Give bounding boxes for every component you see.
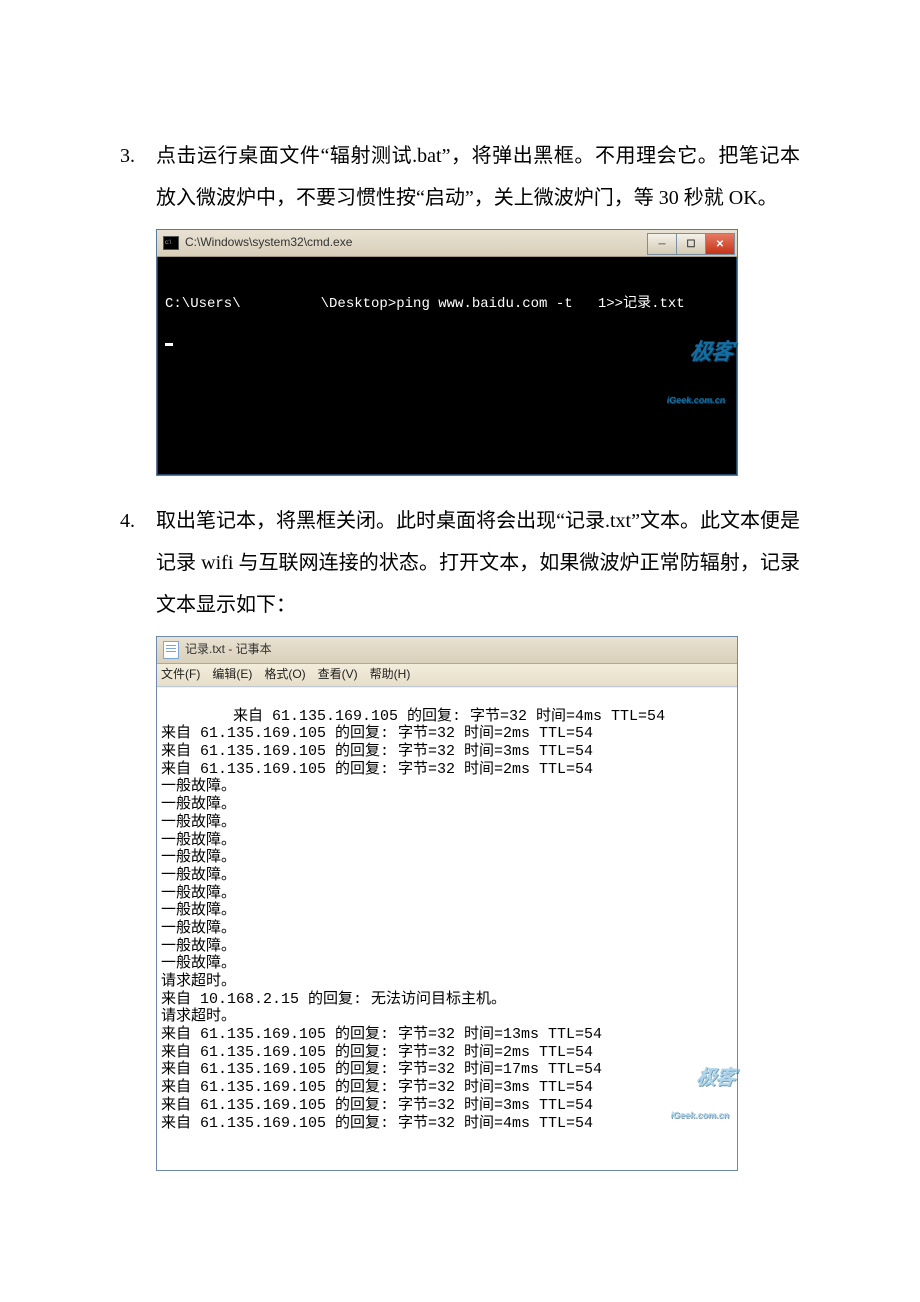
cmd-window: C:\Windows\system32\cmd.exe ─ ☐ ✕ C:\Use… (156, 229, 738, 476)
list-item-3: 3. 点击运行桌面文件“辐射测试.bat”，将弹出黑框。不用理会它。把笔记本放入… (120, 135, 800, 219)
cmd-titlebar: C:\Windows\system32\cmd.exe ─ ☐ ✕ (157, 230, 737, 257)
cmd-icon (163, 236, 179, 250)
list-number-4: 4. (120, 500, 156, 626)
menu-view[interactable]: 查看(V) (318, 662, 358, 687)
redacted-username (241, 297, 321, 309)
list-number-3: 3. (120, 135, 156, 219)
notepad-screenshot: 记录.txt - 记事本 文件(F) 编辑(E) 格式(O) 查看(V) 帮助(… (156, 636, 800, 1171)
notepad-window: 记录.txt - 记事本 文件(F) 编辑(E) 格式(O) 查看(V) 帮助(… (156, 636, 738, 1171)
watermark-main: 极客 (688, 339, 734, 364)
watermark-igeekcn: 极客 iGeek.com.cn (622, 306, 738, 469)
cmd-line: C:\Users\ \Desktop>ping www.baidu.com -t … (165, 295, 729, 315)
notepad-title-text: 记录.txt - 记事本 (185, 637, 272, 662)
cmd-body: C:\Users\ \Desktop>ping www.baidu.com -t … (157, 257, 737, 475)
notepad-menubar: 文件(F) 编辑(E) 格式(O) 查看(V) 帮助(H) (157, 664, 737, 687)
notepad-icon (163, 641, 179, 659)
cmd-command: \Desktop>ping www.baidu.com -t 1>>记录.txt (321, 296, 685, 312)
list-text-4: 取出笔记本，将黑框关闭。此时桌面将会出现“记录.txt”文本。此文本便是记录 w… (156, 500, 800, 626)
maximize-button[interactable]: ☐ (676, 233, 705, 255)
menu-help[interactable]: 帮助(H) (370, 662, 411, 687)
minimize-button[interactable]: ─ (647, 233, 676, 255)
watermark-sub: iGeek.com.cn (631, 395, 726, 408)
menu-format[interactable]: 格式(O) (264, 662, 305, 687)
watermark-main: 极客 (695, 1067, 736, 1089)
notepad-body[interactable]: 来自 61.135.169.105 的回复: 字节=32 时间=4ms TTL=… (157, 687, 737, 1170)
list-item-4: 4. 取出笔记本，将黑框关闭。此时桌面将会出现“记录.txt”文本。此文本便是记… (120, 500, 800, 626)
watermark-sub: iGeek.com.cn (645, 1110, 730, 1121)
list-text-3: 点击运行桌面文件“辐射测试.bat”，将弹出黑框。不用理会它。把笔记本放入微波炉… (156, 135, 800, 219)
document-page: 3. 点击运行桌面文件“辐射测试.bat”，将弹出黑框。不用理会它。把笔记本放入… (0, 0, 920, 1302)
cmd-prompt-prefix: C:\Users\ (165, 296, 241, 312)
close-button[interactable]: ✕ (705, 233, 735, 255)
cmd-title-text: C:\Windows\system32\cmd.exe (185, 230, 647, 255)
menu-file[interactable]: 文件(F) (161, 662, 200, 687)
cmd-cursor (165, 343, 173, 346)
watermark-igeekcn: 极客 iGeek.com.cn (639, 1043, 740, 1168)
notepad-titlebar: 记录.txt - 记事本 (157, 637, 737, 664)
menu-edit[interactable]: 编辑(E) (212, 662, 252, 687)
window-buttons: ─ ☐ ✕ (647, 233, 735, 253)
cmd-screenshot: C:\Windows\system32\cmd.exe ─ ☐ ✕ C:\Use… (156, 229, 800, 476)
